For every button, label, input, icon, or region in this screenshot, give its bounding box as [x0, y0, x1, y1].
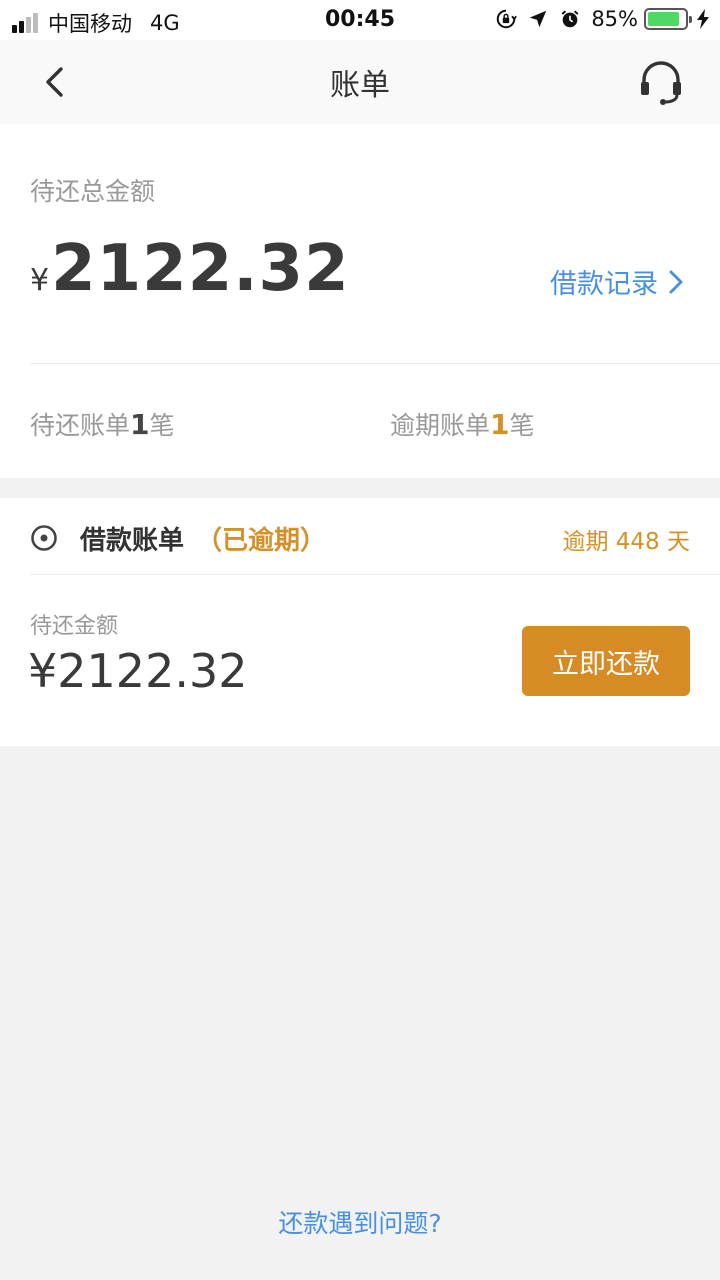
amount-due-value: ¥2122.32	[28, 644, 248, 698]
loan-record-link[interactable]: 借款记录	[550, 262, 684, 301]
total-due-value: 2122.32	[51, 232, 350, 306]
overdue-bills-prefix: 逾期账单	[390, 411, 491, 440]
total-due-amount: ¥ 2122.32	[30, 232, 350, 306]
loan-bill-card[interactable]: 借款账单 （已逾期） 逾期 448 天 待还金额 ¥2122.32 立即还款	[0, 498, 720, 746]
coin-icon	[31, 525, 57, 551]
pending-bills-suffix: 笔	[149, 411, 175, 440]
bill-title: 借款账单	[80, 526, 185, 556]
repay-help-link[interactable]: 还款遇到问题?	[0, 1204, 720, 1240]
divider	[30, 574, 720, 575]
alarm-icon	[561, 10, 579, 28]
pending-bills-count: 待还账单1笔	[30, 406, 175, 442]
summary-section: 待还总金额 ¥ 2122.32 借款记录 待还账单1笔 逾期账单1笔	[0, 124, 720, 478]
loan-record-label: 借款记录	[550, 269, 658, 300]
pending-bills-prefix: 待还账单	[30, 411, 131, 440]
location-arrow-icon	[530, 10, 547, 28]
nav-bar: 账单	[0, 40, 720, 124]
battery-percent: 85%	[591, 7, 638, 31]
overdue-bills-number: 1	[490, 408, 510, 441]
status-bar: 中国移动 4G 00:45 85%	[0, 0, 720, 40]
divider	[30, 363, 720, 364]
status-right: 85%	[495, 7, 710, 31]
overdue-bills-suffix: 笔	[509, 411, 535, 440]
overdue-tag: （已逾期）	[196, 526, 327, 556]
charging-bolt-icon	[697, 9, 709, 29]
total-due-label: 待还总金额	[30, 177, 156, 206]
overdue-days: 逾期 448 天	[562, 529, 690, 555]
headset-icon[interactable]	[636, 58, 686, 106]
currency-symbol: ¥	[30, 263, 50, 298]
rotation-lock-icon	[497, 9, 518, 29]
battery-level-fill	[648, 12, 679, 26]
overdue-bills-count: 逾期账单1笔	[390, 406, 535, 442]
amount-due-label: 待还金额	[30, 614, 119, 639]
repay-now-button[interactable]: 立即还款	[522, 626, 690, 696]
page-title: 账单	[330, 68, 390, 103]
battery-icon	[644, 8, 692, 30]
pending-bills-number: 1	[130, 408, 150, 441]
chevron-right-icon	[669, 270, 683, 293]
